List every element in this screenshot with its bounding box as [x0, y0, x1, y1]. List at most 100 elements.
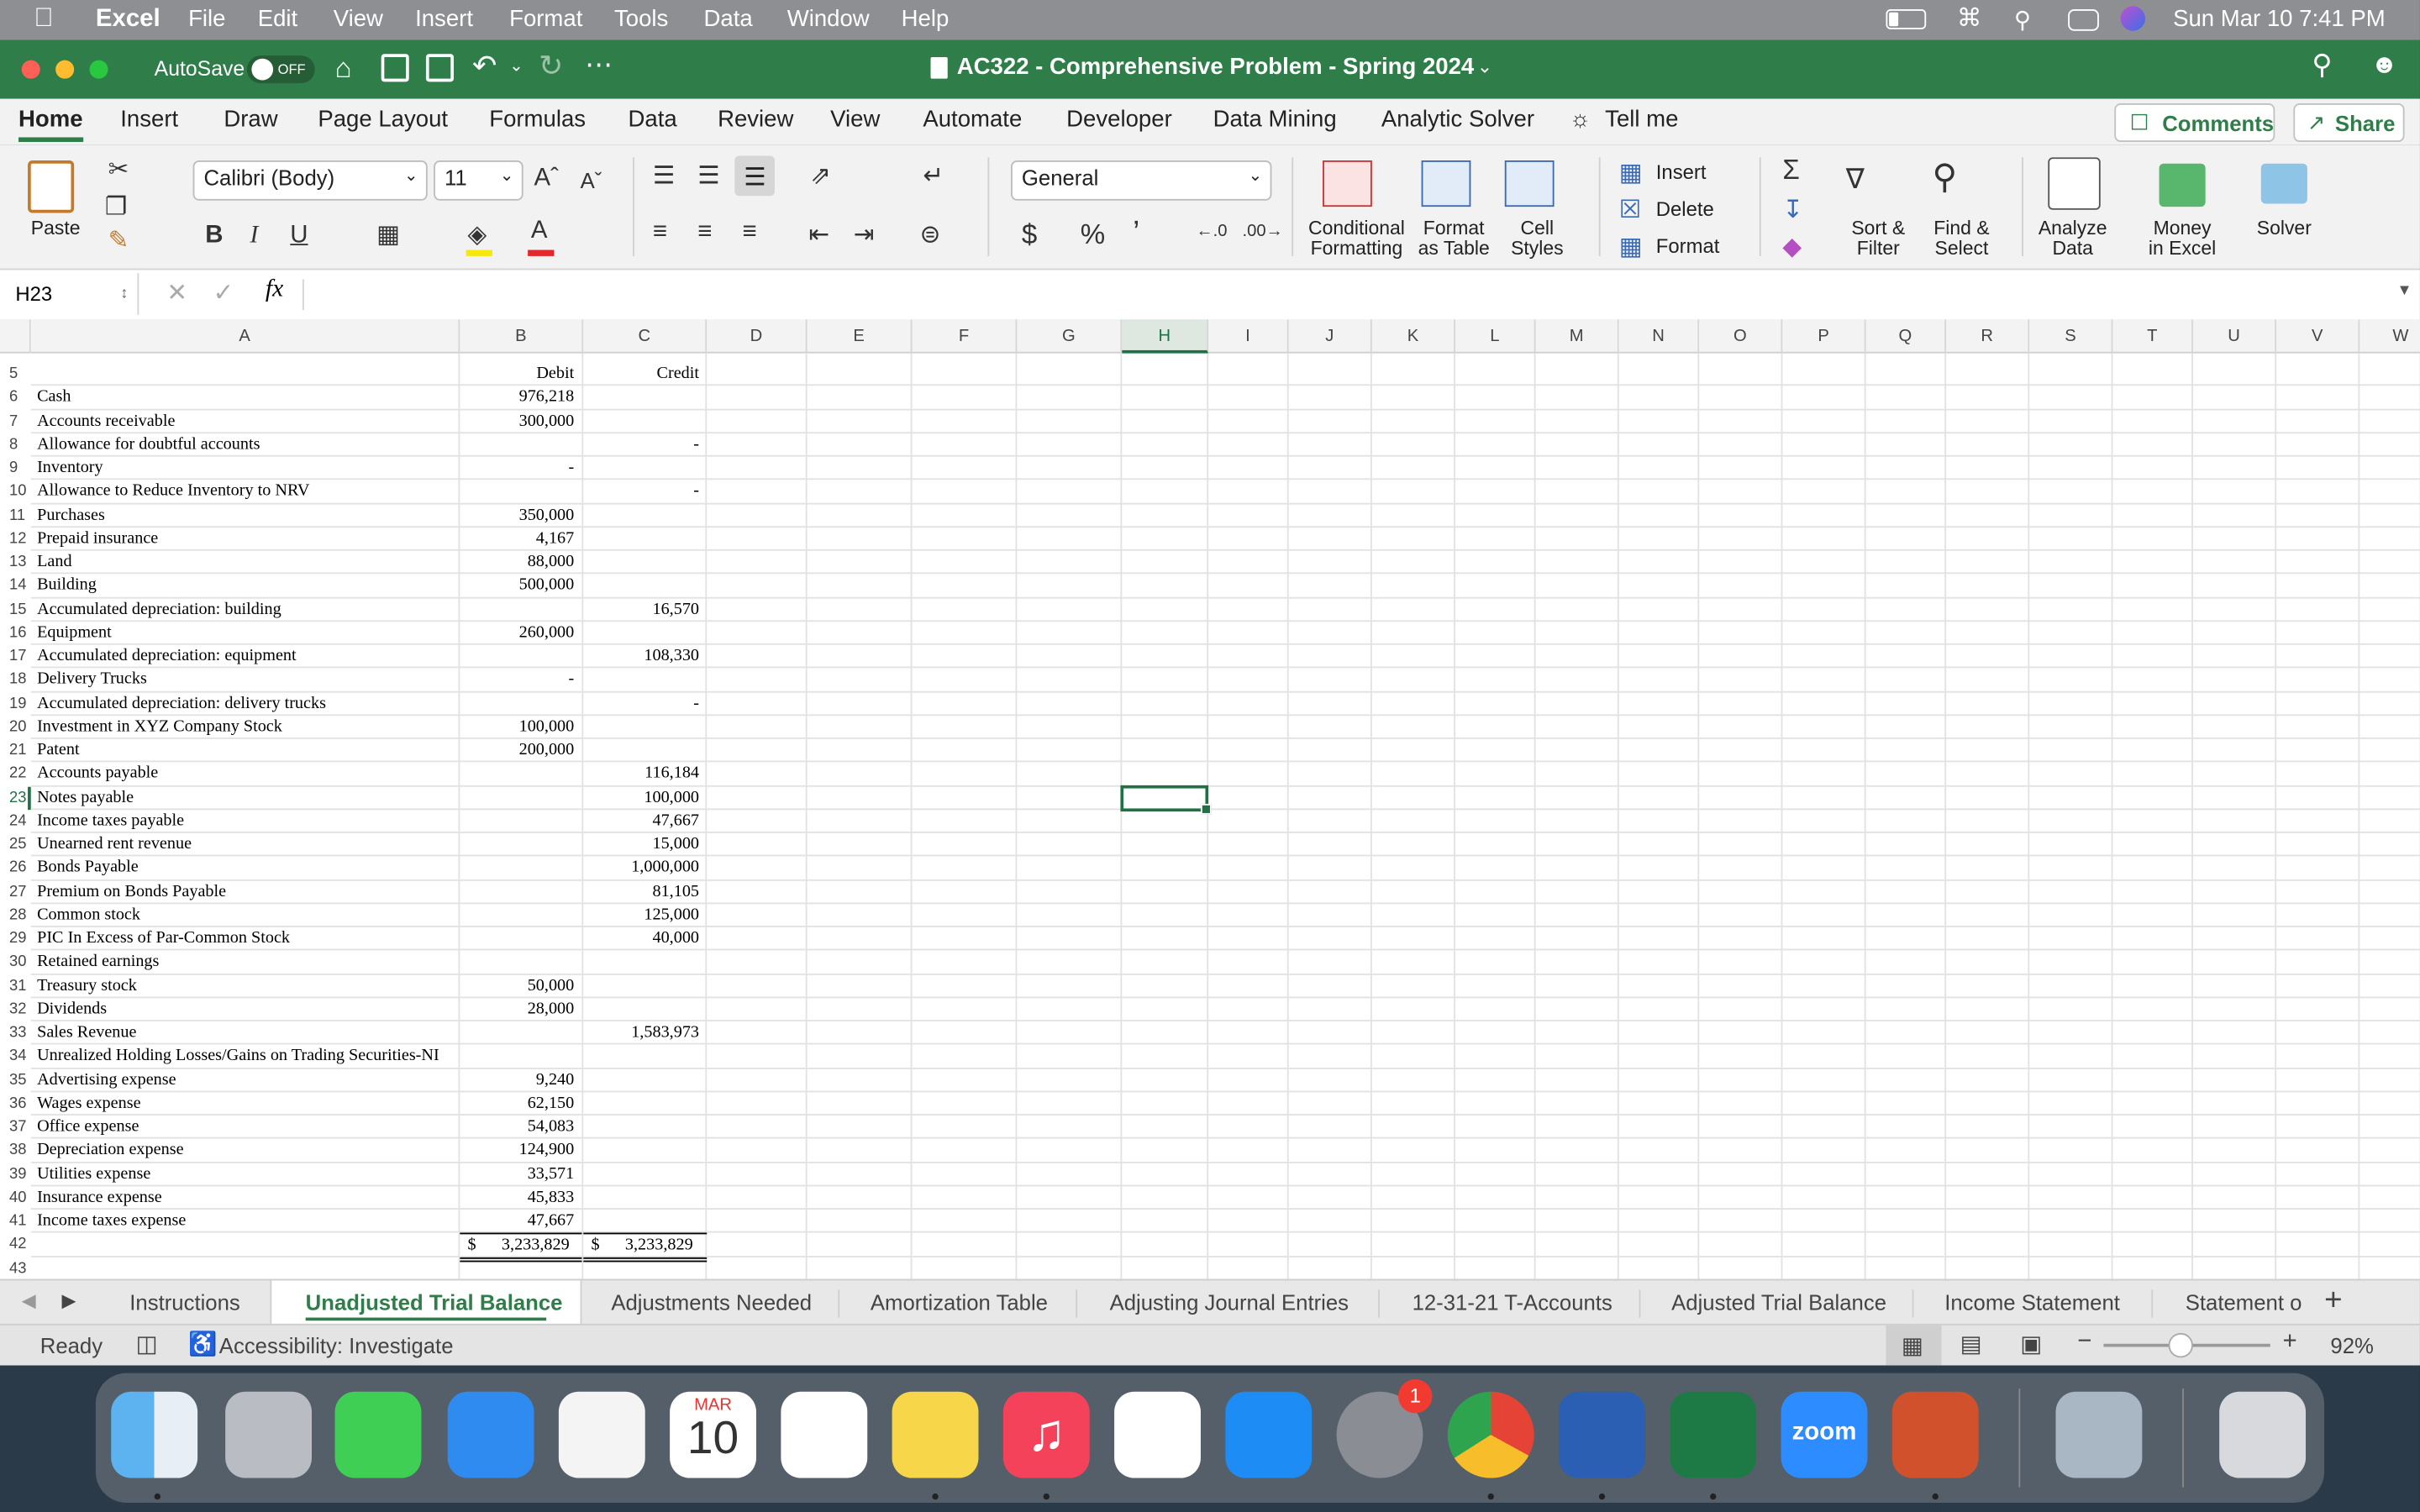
cell-credit[interactable]: 16,570 [583, 598, 699, 622]
copy-icon[interactable]: ❐ [105, 192, 127, 223]
siri-icon[interactable] [2120, 6, 2146, 31]
macro-record-icon[interactable]: ◫ [136, 1330, 158, 1357]
conditional-formatting-icon[interactable] [1323, 160, 1372, 207]
menu-tools[interactable]: Tools [614, 6, 668, 32]
page-break-view-icon[interactable]: ▣ [2020, 1330, 2042, 1357]
add-sheet-icon[interactable]: + [2324, 1284, 2342, 1319]
select-all-corner[interactable] [0, 319, 31, 354]
row-header[interactable]: 38 [0, 1138, 31, 1163]
undo-dropdown-icon[interactable]: ⌄ [509, 55, 523, 76]
close-window-button[interactable] [21, 60, 40, 79]
cell-account-name[interactable]: Delivery Trucks [37, 669, 147, 692]
row-header[interactable]: 9 [0, 456, 31, 480]
cell-account-name[interactable]: Equipment [37, 622, 112, 645]
analyze-data-label[interactable]: Analyze Data [2034, 218, 2112, 260]
row-header[interactable]: 26 [0, 856, 31, 880]
title-chevron-icon[interactable]: ⌄ [1477, 55, 1492, 77]
cell-credit[interactable]: 108,330 [583, 645, 699, 669]
column-header-h[interactable]: H [1122, 319, 1209, 354]
row-header[interactable]: 5 [0, 362, 31, 386]
fill-color-icon[interactable]: ◈ [468, 219, 487, 250]
row-header[interactable]: 14 [0, 574, 31, 598]
tab-page-layout[interactable]: Page Layout [318, 107, 448, 133]
column-header-t[interactable]: T [2112, 319, 2193, 354]
decrease-indent-icon[interactable]: ⇤ [808, 219, 829, 250]
worksheet-grid[interactable]: ABCDEFGHIJKLMNOPQRSTUVW 5 Debit Credit 6 Cas… [0, 319, 2420, 1279]
borders-icon[interactable]: ▦ [376, 219, 400, 250]
cell-account-name[interactable]: Allowance for doubtful accounts [37, 433, 260, 457]
tab-home[interactable]: Home [18, 107, 83, 133]
italic-icon[interactable]: I [250, 222, 259, 249]
sheet-tab-adjusting-journal-entries[interactable]: Adjusting Journal Entries [1110, 1289, 1349, 1314]
wrap-text-icon[interactable]: ↵ [923, 160, 944, 192]
trash-icon[interactable] [2219, 1391, 2307, 1478]
save-as-icon[interactable] [425, 54, 454, 82]
cell-credit[interactable]: 125,000 [583, 904, 699, 927]
sheet-tab-income-statement[interactable]: Income Statement [1944, 1289, 2120, 1314]
align-bottom-button[interactable]: ☰ [734, 155, 776, 197]
redo-icon[interactable]: ↻ [539, 50, 563, 85]
row-header[interactable]: 7 [0, 409, 31, 433]
menu-insert[interactable]: Insert [415, 6, 473, 32]
cell-debit[interactable]: - [460, 457, 575, 480]
launchpad-icon[interactable] [225, 1391, 313, 1478]
cell-credit[interactable]: 15,000 [583, 833, 699, 857]
formula-input[interactable] [315, 279, 2368, 310]
cell-account-name[interactable]: Premium on Bonds Payable [37, 880, 226, 904]
cell-account-name[interactable]: Cash [37, 386, 71, 410]
column-header-i[interactable]: I [1208, 319, 1289, 354]
battery-icon[interactable] [1886, 9, 1927, 29]
sheet-tab-amortization-table[interactable]: Amortization Table [871, 1289, 1048, 1314]
app-store-icon[interactable] [1225, 1391, 1313, 1478]
cell-credit[interactable]: - [583, 692, 699, 716]
cell-debit[interactable]: 62,150 [460, 1092, 575, 1116]
row-header[interactable]: 20 [0, 715, 31, 739]
tab-developer[interactable]: Developer [1066, 107, 1172, 133]
cell-debit[interactable]: Debit [460, 363, 574, 386]
tab-analytic-solver[interactable]: Analytic Solver [1381, 107, 1534, 133]
music-icon[interactable]: ♫ [1002, 1391, 1090, 1478]
cell-credit[interactable]: 1,000,000 [583, 857, 699, 880]
cell-debit[interactable]: 88,000 [460, 551, 575, 575]
save-icon[interactable] [381, 54, 409, 82]
column-header-m[interactable]: M [1535, 319, 1619, 354]
cell-debit[interactable]: 45,833 [460, 1186, 575, 1210]
row-header[interactable]: 33 [0, 1021, 31, 1045]
row-header[interactable]: 17 [0, 644, 31, 669]
cell-account-name[interactable]: Accounts receivable [37, 410, 175, 433]
bold-icon[interactable]: B [205, 222, 223, 249]
cell-account-name[interactable]: Bonds Payable [37, 857, 139, 880]
autosum-icon[interactable]: Σ [1782, 155, 1799, 187]
format-cells-button[interactable]: Format [1656, 234, 1720, 258]
menubar-datetime[interactable]: Sun Mar 10 7:41 PM [2173, 6, 2386, 32]
cell-credit[interactable]: 81,105 [583, 880, 699, 904]
decrease-decimal-icon[interactable]: .00→ [1243, 222, 1283, 240]
cell-account-name[interactable]: Allowance to Reduce Inventory to NRV [37, 480, 309, 504]
zoom-window-button[interactable] [89, 60, 108, 79]
increase-font-size-icon[interactable]: Aˆ [534, 165, 558, 193]
cell-account-name[interactable]: Building [37, 575, 97, 598]
row-header[interactable]: 39 [0, 1162, 31, 1186]
format-as-table-icon[interactable] [1421, 160, 1471, 207]
cell-debit[interactable]: 100,000 [460, 716, 575, 739]
cell-account-name[interactable]: Utilities expense [37, 1163, 150, 1186]
row-header[interactable]: 25 [0, 832, 31, 857]
solver-label[interactable]: Solver [2247, 218, 2321, 239]
row-header[interactable]: 21 [0, 738, 31, 763]
cell-account-name[interactable]: Inventory [37, 457, 103, 480]
excel-icon[interactable] [1670, 1391, 1757, 1478]
more-commands-icon[interactable]: ⋯ [585, 50, 614, 82]
sort-filter-icon[interactable]: ∇ [1846, 164, 1865, 197]
delete-cells-button[interactable]: Delete [1656, 197, 1714, 221]
wifi-icon[interactable]: ⌘ [1957, 3, 1981, 34]
cell-debit[interactable]: 500,000 [460, 575, 575, 598]
system-settings-icon[interactable]: 1 [1336, 1379, 1433, 1478]
column-header-o[interactable]: O [1699, 319, 1783, 354]
cell-account-name[interactable]: Unearned rent revenue [37, 833, 192, 857]
cell-account-name[interactable]: Accumulated depreciation: equipment [37, 645, 297, 669]
reminders-icon[interactable] [781, 1391, 868, 1478]
cell-account-name[interactable]: Accumulated depreciation: building [37, 598, 281, 622]
tab-formulas[interactable]: Formulas [489, 107, 586, 133]
mail-icon[interactable] [447, 1391, 534, 1478]
sort-filter-label[interactable]: Sort & Filter [1839, 218, 1917, 260]
